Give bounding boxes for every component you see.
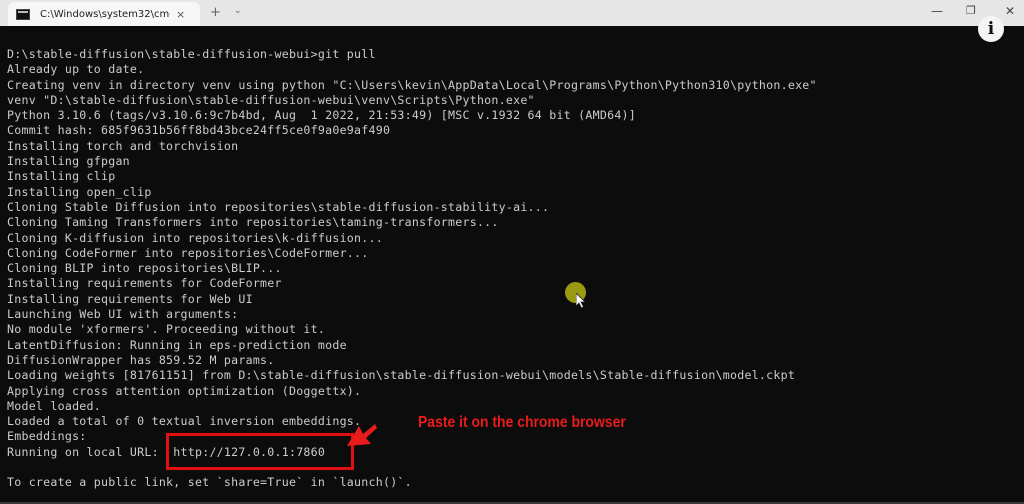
new-tab-button[interactable]: + [210, 5, 221, 20]
tab-dropdown-chevron-icon[interactable]: ⌄ [234, 6, 242, 16]
console-line: Cloning Taming Transformers into reposit… [7, 215, 499, 230]
console-line: Applying cross attention optimization (D… [7, 383, 362, 398]
console-line: Cloning CodeFormer into repositories\Cod… [7, 245, 369, 260]
console-line: Embeddings: [7, 429, 87, 444]
console-line: Commit hash: 685f9631b56ff8bd43bce24ff5c… [7, 123, 391, 138]
console-output[interactable]: D:\stable-diffusion\stable-diffusion-web… [7, 47, 817, 491]
maximize-button[interactable]: ❐ [966, 4, 976, 17]
console-line: Cloning K-diffusion into repositories\k-… [7, 230, 383, 245]
console-line: Loaded a total of 0 textual inversion em… [7, 414, 362, 429]
console-line: Installing gfpgan [7, 154, 130, 169]
tab-close-icon[interactable]: × [176, 8, 185, 21]
url-highlight-box [166, 433, 354, 470]
console-line: Cloning BLIP into repositories\BLIP... [7, 261, 282, 276]
console-line: To create a public link, set `share=True… [7, 475, 412, 490]
tab-cmd[interactable]: C:\Windows\system32\cmd.e × [8, 2, 200, 26]
console-line: Installing open_clip [7, 184, 152, 199]
console-line: Loading weights [81761151] from D:\stabl… [7, 368, 796, 383]
console-line: D:\stable-diffusion\stable-diffusion-web… [7, 47, 376, 61]
console-line: Running on local URL: http://127.0.0.1:7… [7, 444, 326, 459]
console-line: Cloning Stable Diffusion into repositori… [7, 199, 550, 214]
tab-title: C:\Windows\system32\cmd.e [40, 8, 170, 20]
console-line: Already up to date. [7, 62, 145, 77]
title-bar: C:\Windows\system32\cmd.e × + ⌄ — ❐ ✕ [0, 0, 1024, 26]
terminal-icon [16, 8, 30, 20]
console-line: Model loaded. [7, 398, 101, 413]
console-line: No module 'xformers'. Proceeding without… [7, 322, 326, 337]
console-line: venv "D:\stable-diffusion\stable-diffusi… [7, 92, 535, 107]
console-line: Installing requirements for CodeFormer [7, 276, 282, 291]
annotation-arrow-icon [347, 424, 377, 446]
close-window-button[interactable]: ✕ [1005, 4, 1015, 18]
console-line: Installing torch and torchvision [7, 138, 239, 153]
console-line: Installing clip [7, 169, 116, 184]
console-line: Launching Web UI with arguments: [7, 307, 239, 322]
console-line: DiffusionWrapper has 859.52 M params. [7, 352, 275, 367]
console-line: Installing requirements for Web UI [7, 291, 253, 306]
console-line: LatentDiffusion: Running in eps-predicti… [7, 337, 347, 352]
console-line: Python 3.10.6 (tags/v3.10.6:9c7b4bd, Aug… [7, 108, 637, 123]
minimize-button[interactable]: — [931, 4, 943, 18]
info-icon[interactable]: i [978, 16, 1004, 42]
annotation-text: Paste it on the chrome browser [418, 414, 626, 431]
mouse-cursor-icon [576, 293, 586, 309]
console-line: Creating venv in directory venv using py… [7, 77, 817, 92]
